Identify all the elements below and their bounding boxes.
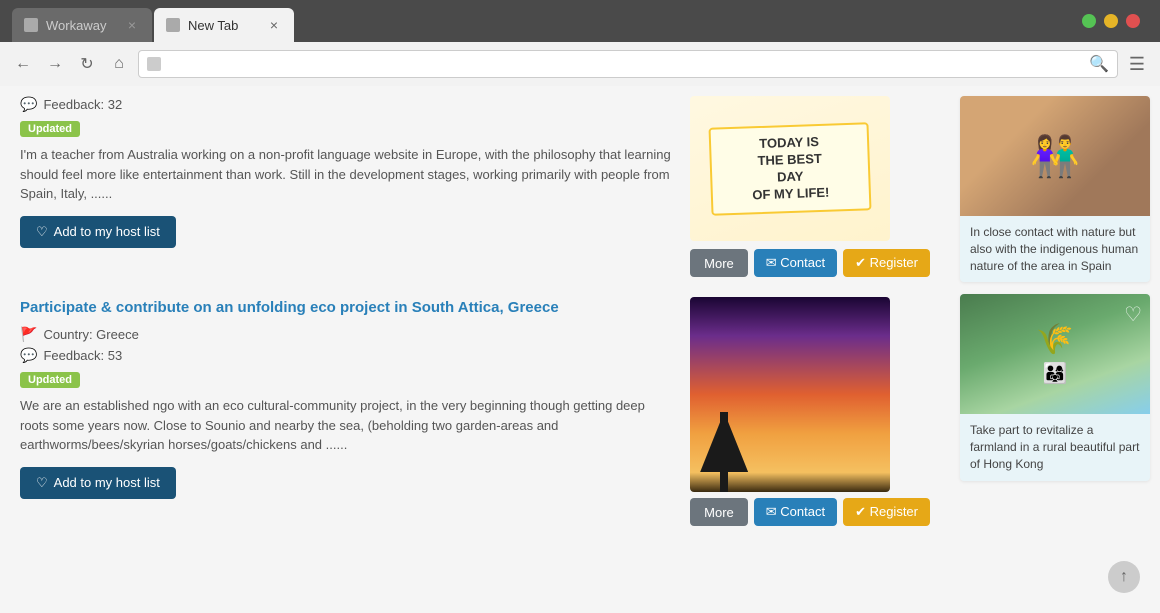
listing-1-text: 💬 Feedback: 32 Updated I'm a teacher fro… [20,96,674,277]
listing-2-image-col: More ✉ Contact ✔ Register [690,297,930,526]
listing-2-add-host-label: Add to my host list [54,475,160,490]
listing-1-desc: I'm a teacher from Australia working on … [20,145,674,204]
sidebar-card-2-image: 🌾 👨‍👩‍👧 [960,294,1150,414]
scroll-top-button[interactable]: ↑ [1108,561,1140,593]
listing-2-country-row: 🚩 Country: Greece [20,326,674,343]
sunset-tree [720,412,728,492]
today-sign: TODAY ISTHE BESTDAYOF MY LIFE! [709,122,872,215]
sidebar-card-1: 👫 In close contact with nature but also … [960,96,1150,282]
listing-1-add-host-btn[interactable]: ♡ Add to my host list [20,216,176,248]
tab-workaway-label: Workaway [46,18,106,33]
traffic-lights [1082,14,1140,28]
tab-workaway-close[interactable]: × [124,17,140,33]
listing-2: Participate & contribute on an unfolding… [20,297,930,526]
feedback-icon-2: 💬 [20,347,37,364]
listing-2-desc: We are an established ngo with an eco cu… [20,396,674,455]
listing-1-action-btns: More ✉ Contact ✔ Register [690,249,930,277]
back-button[interactable]: ← [10,51,36,77]
listing-2-add-host-btn[interactable]: ♡ Add to my host list [20,467,176,499]
traffic-light-red[interactable] [1126,14,1140,28]
traffic-light-green[interactable] [1082,14,1096,28]
listing-1-add-host-label: Add to my host list [54,224,160,239]
listing-1-register-btn[interactable]: ✔ Register [843,249,930,277]
listing-2-more-btn[interactable]: More [690,498,748,526]
listing-1-image: TODAY ISTHE BESTDAYOF MY LIFE! [690,96,890,241]
tab-newtab-close[interactable]: × [266,17,282,33]
flag-icon-2: 🚩 [20,326,37,343]
listing-1-more-btn[interactable]: More [690,249,748,277]
page-content: 💬 Feedback: 32 Updated I'm a teacher fro… [0,86,1160,613]
search-icon[interactable]: 🔍 [1089,54,1109,74]
sidebar: 👫 In close contact with nature but also … [950,86,1160,613]
heart-icon-2: ♡ [36,475,48,491]
listing-1: 💬 Feedback: 32 Updated I'm a teacher fro… [20,96,930,277]
page-icon [147,57,161,71]
tab-workaway[interactable]: Workaway × [12,8,152,42]
nav-bar: ← → ↻ ⌂ 🔍 ☰ [0,42,1160,86]
menu-button[interactable]: ☰ [1124,51,1150,77]
sidebar-card-1-image: 👫 [960,96,1150,216]
refresh-button[interactable]: ↻ [74,51,100,77]
listing-1-image-col: TODAY ISTHE BESTDAYOF MY LIFE! More ✉ Co… [690,96,930,277]
listing-1-feedback: Feedback: 32 [43,97,122,112]
listing-2-title[interactable]: Participate & contribute on an unfolding… [20,297,674,318]
address-bar[interactable]: 🔍 [138,50,1118,78]
sidebar-card-2-heart[interactable]: ♡ [1124,302,1142,327]
tab-newtab-label: New Tab [188,18,238,33]
listing-1-contact-btn[interactable]: ✉ Contact [754,249,837,277]
workaway-tab-icon [24,18,38,32]
listing-2-badge: Updated [20,372,80,388]
listing-2-register-btn[interactable]: ✔ Register [843,498,930,526]
sidebar-card-2-image-wrapper: 🌾 👨‍👩‍👧 ♡ [960,294,1150,414]
listing-2-feedback-row: 💬 Feedback: 53 [20,347,674,364]
listing-2-text: Participate & contribute on an unfolding… [20,297,674,526]
listing-2-action-btns: More ✉ Contact ✔ Register [690,498,930,526]
sidebar-card-1-text: In close contact with nature but also wi… [960,216,1150,282]
forward-button[interactable]: → [42,51,68,77]
sidebar-card-2-text: Take part to revitalize a farmland in a … [960,414,1150,480]
listing-1-badge: Updated [20,121,80,137]
listing-1-feedback-row: 💬 Feedback: 32 [20,96,674,113]
newtab-tab-icon [166,18,180,32]
listing-2-contact-btn[interactable]: ✉ Contact [754,498,837,526]
sidebar-card-2: 🌾 👨‍👩‍👧 ♡ Take part to revitalize a farm… [960,294,1150,480]
listing-2-feedback: Feedback: 53 [43,348,122,363]
tab-newtab[interactable]: New Tab × [154,8,294,42]
main-content: 💬 Feedback: 32 Updated I'm a teacher fro… [0,86,950,613]
home-button[interactable]: ⌂ [106,51,132,77]
traffic-light-yellow[interactable] [1104,14,1118,28]
feedback-icon-1: 💬 [20,96,37,113]
listing-2-image [690,297,890,492]
listing-2-country: Country: Greece [43,327,138,342]
heart-icon-1: ♡ [36,224,48,240]
